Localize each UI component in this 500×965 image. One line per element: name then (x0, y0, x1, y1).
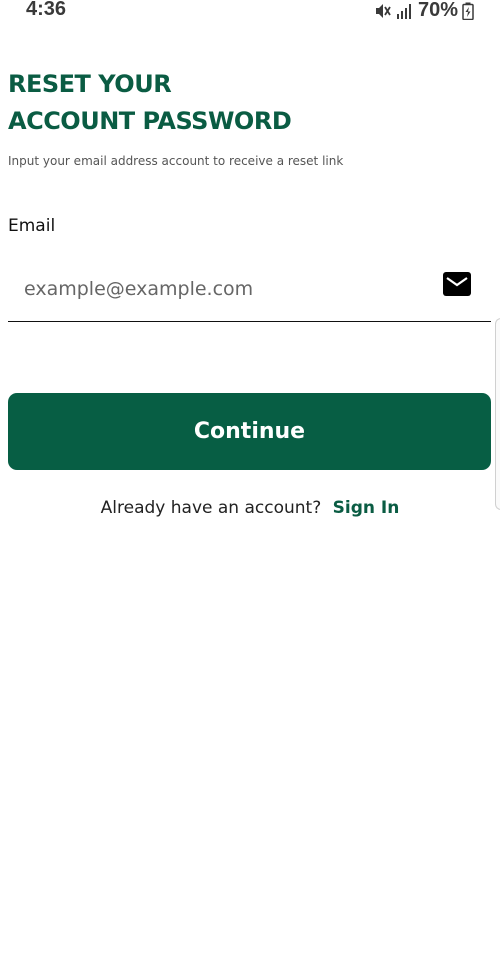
status-icons: 70% (374, 0, 474, 22)
signin-prompt: Already have an account? (100, 498, 322, 518)
battery-percentage: 70% (417, 0, 458, 21)
signal-icon (396, 3, 411, 19)
signin-link[interactable]: Sign In (333, 498, 400, 518)
edge-panel-handle[interactable] (495, 318, 500, 510)
battery-charging-icon (462, 2, 474, 20)
mail-icon (443, 272, 471, 296)
email-label: Email (8, 216, 56, 236)
page-title-line-1: RESET YOUR (8, 70, 172, 98)
signin-row: Already have an account? Sign In (0, 498, 500, 518)
continue-button[interactable]: Continue (8, 393, 491, 470)
status-time: 4:36 (26, 0, 67, 20)
mute-icon (375, 3, 391, 18)
page-title: RESET YOUR ACCOUNT PASSWORD (8, 66, 428, 140)
email-field[interactable] (8, 262, 491, 322)
page-subtitle: Input your email address account to rece… (8, 154, 344, 168)
status-bar: 4:36 70% (0, 0, 500, 22)
page-title-line-2: ACCOUNT PASSWORD (8, 107, 292, 135)
email-input[interactable] (24, 278, 424, 300)
